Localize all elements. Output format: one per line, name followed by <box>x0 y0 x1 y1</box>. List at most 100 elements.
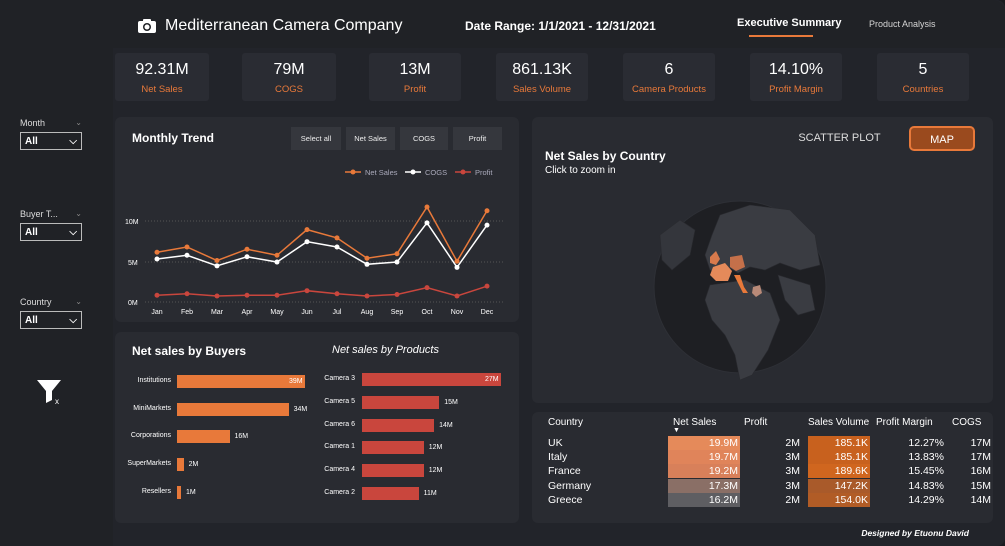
series-line-profit <box>156 285 488 297</box>
kpi-card-net-sales: 92.31M Net Sales <box>115 53 209 101</box>
bar[interactable] <box>362 441 424 455</box>
dropdown-value: All <box>25 226 38 238</box>
data-point-profit[interactable] <box>334 291 340 297</box>
data-point-cogs[interactable] <box>394 259 400 265</box>
table-header[interactable]: Profit Margin <box>876 417 933 428</box>
bar-value-label: 16M <box>234 433 249 441</box>
table-header[interactable]: Profit <box>744 417 767 428</box>
scatter-plot-button[interactable]: SCATTER PLOT <box>783 126 896 151</box>
bar[interactable] <box>362 373 501 386</box>
data-point-cogs[interactable] <box>304 239 310 245</box>
month-dropdown[interactable]: All ⌵ <box>20 132 82 150</box>
legend-label-net-sales: Net Sales <box>365 168 398 177</box>
data-point-profit[interactable] <box>214 293 220 299</box>
data-point-cogs[interactable] <box>364 261 370 267</box>
data-point-cogs[interactable] <box>154 256 160 262</box>
tab-product-analysis[interactable]: Product Analysis <box>869 19 936 29</box>
sort-descending-icon[interactable]: ▼ <box>673 427 680 434</box>
map-button[interactable]: MAP <box>909 126 975 151</box>
cogs-button[interactable]: COGS <box>400 127 448 150</box>
table-header[interactable]: COGS <box>952 417 981 428</box>
data-point-net-sales[interactable] <box>154 249 160 255</box>
data-point-profit[interactable] <box>244 292 250 298</box>
data-point-profit[interactable] <box>184 291 190 297</box>
x-tick-label: Mar <box>211 309 224 316</box>
table-cell: 14M <box>970 493 991 506</box>
buyer-type-dropdown[interactable]: All ⌵ <box>20 223 82 241</box>
data-point-net-sales[interactable] <box>214 258 220 264</box>
chevron-down-icon[interactable]: ⌄ <box>75 209 82 219</box>
data-point-cogs[interactable] <box>454 264 460 270</box>
data-point-cogs[interactable] <box>244 254 250 260</box>
data-point-net-sales[interactable] <box>424 204 430 210</box>
select-all-button[interactable]: Select all <box>291 127 341 150</box>
bar[interactable] <box>177 375 305 388</box>
table-header[interactable]: Country <box>548 417 583 428</box>
map-subtitle: Click to zoom in <box>545 165 616 176</box>
data-point-cogs[interactable] <box>484 222 490 228</box>
data-point-cogs[interactable] <box>214 263 220 269</box>
table-cell: Germany <box>548 479 592 492</box>
data-point-cogs[interactable] <box>424 220 430 226</box>
data-point-cogs[interactable] <box>184 252 190 258</box>
kpi-value: 92.31M <box>135 61 189 78</box>
data-point-cogs[interactable] <box>274 259 280 265</box>
data-point-profit[interactable] <box>364 293 370 299</box>
bar[interactable] <box>177 458 184 472</box>
data-point-net-sales[interactable] <box>244 246 250 252</box>
month-slicer: Month ⌄ All ⌵ <box>20 118 82 150</box>
data-point-profit[interactable] <box>424 285 430 291</box>
country-dropdown[interactable]: All ⌵ <box>20 311 82 329</box>
brand: Mediterranean Camera Company <box>137 17 402 35</box>
bar[interactable] <box>177 485 181 499</box>
bar[interactable] <box>362 464 424 478</box>
globe-map[interactable] <box>650 175 830 400</box>
data-point-profit[interactable] <box>274 292 280 298</box>
data-point-net-sales[interactable] <box>274 252 280 258</box>
data-point-net-sales[interactable] <box>304 227 310 233</box>
chevron-down-icon[interactable]: ⌄ <box>75 118 82 128</box>
chevron-down-icon: ⌵ <box>69 314 77 326</box>
bar-value-label: 11M <box>423 490 437 497</box>
net-sales-button[interactable]: Net Sales <box>346 127 395 150</box>
bar[interactable] <box>362 487 419 500</box>
table-cell: 14.29% <box>908 493 944 506</box>
table-cell: UK <box>548 437 563 449</box>
bar[interactable] <box>177 402 289 416</box>
slicer-label: Month <box>20 118 46 128</box>
buyer-type-slicer: Buyer T... ⌄ All ⌵ <box>20 209 82 241</box>
data-point-net-sales[interactable] <box>334 235 340 241</box>
data-point-net-sales[interactable] <box>184 244 190 250</box>
kpi-value: 5 <box>918 61 928 78</box>
chevron-down-icon: ⌵ <box>69 226 77 238</box>
tab-executive-summary[interactable]: Executive Summary <box>737 17 842 37</box>
x-tick-label: Jun <box>301 309 312 316</box>
data-point-profit[interactable] <box>394 291 400 297</box>
data-point-profit[interactable] <box>154 292 160 298</box>
chevron-down-icon[interactable]: ⌄ <box>75 297 82 307</box>
data-point-net-sales[interactable] <box>484 208 490 214</box>
kpi-value: 861.13K <box>512 61 572 78</box>
table-cell: France <box>548 465 581 478</box>
data-point-profit[interactable] <box>454 293 460 299</box>
profit-button[interactable]: Profit <box>453 127 502 150</box>
data-point-net-sales[interactable] <box>394 251 400 257</box>
filter-sidebar <box>0 0 113 546</box>
data-point-cogs[interactable] <box>334 244 340 250</box>
table-cell: 15M <box>970 479 991 492</box>
data-point-net-sales[interactable] <box>364 255 370 261</box>
table-header[interactable]: Sales Volume <box>808 417 869 428</box>
table-cell: 185.1K <box>834 437 868 449</box>
bar-category-label: Camera 3 <box>324 375 355 382</box>
bar[interactable] <box>177 430 230 444</box>
data-point-profit[interactable] <box>484 283 490 289</box>
clear-filter-icon[interactable]: x <box>36 378 64 406</box>
kpi-value: 79M <box>273 61 305 78</box>
kpi-card-sales-volume: 861.13K Sales Volume <box>496 53 588 101</box>
bar-value-label: 12M <box>428 467 443 475</box>
bar[interactable] <box>362 418 435 432</box>
table-cell: 15.45% <box>908 465 944 478</box>
data-point-profit[interactable] <box>304 288 310 294</box>
data-point-net-sales[interactable] <box>454 258 460 264</box>
bar[interactable] <box>362 395 440 409</box>
